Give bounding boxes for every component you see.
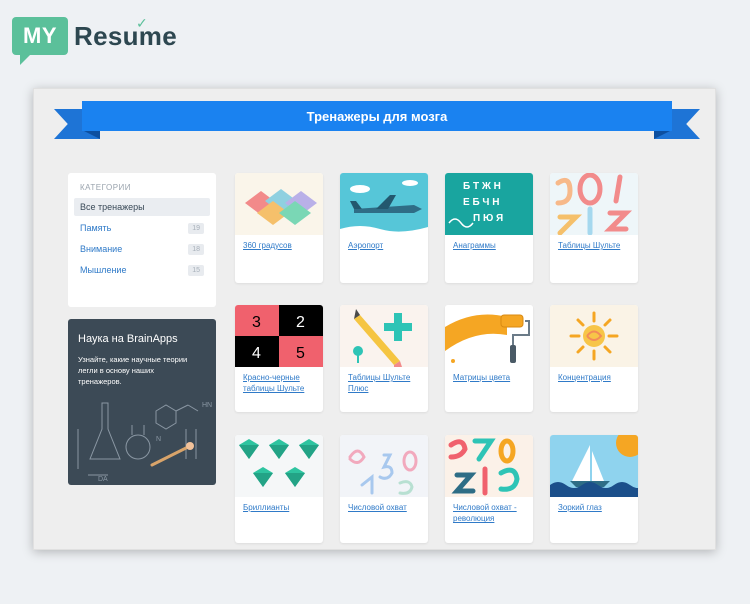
- red-black-grid-illustration: 3 2 4 5: [235, 305, 323, 367]
- trainer-card-number-span-revolution[interactable]: Числовой охват - революция: [445, 435, 533, 543]
- category-count: 19: [188, 222, 204, 234]
- category-label: Все тренажеры: [80, 202, 145, 212]
- anagram-row: Е Б Ч Н: [463, 197, 499, 208]
- trainer-label: Таблицы Шульте Плюс: [348, 373, 411, 394]
- trainer-image: [340, 435, 428, 497]
- trainer-card-red-black-schulte[interactable]: 3 2 4 5 Красно-черные таблицы Шульте: [235, 305, 323, 412]
- category-count: 18: [188, 243, 204, 255]
- trainer-card-concentration[interactable]: Концентрация: [550, 305, 638, 412]
- trainer-image: [550, 173, 638, 235]
- promo-text: Узнайте, какие научные теории легли в ос…: [78, 355, 188, 386]
- trainer-image: [550, 305, 638, 367]
- trainer-label: Анаграммы: [453, 241, 496, 250]
- brainapps-panel: Тренажеры для мозга КАТЕГОРИИ Все тренаж…: [33, 88, 716, 550]
- svg-text:DA: DA: [98, 476, 108, 483]
- ribbon-band: Тренажеры для мозга: [82, 101, 672, 131]
- category-all[interactable]: Все тренажеры: [74, 198, 210, 216]
- schulte-digit: 3: [252, 314, 261, 331]
- trainer-label: Таблицы Шульте: [558, 241, 621, 250]
- trainer-card-diamonds[interactable]: Бриллианты: [235, 435, 323, 543]
- brand-logo[interactable]: MY Resume ✓: [12, 12, 177, 65]
- pencil-illustration: [340, 305, 428, 367]
- svg-text:N: N: [156, 436, 161, 443]
- trainer-card-anagrams[interactable]: Б Т Ж Н Е Б Ч Н П Ю Я Анаграммы: [445, 173, 533, 283]
- trainer-card-number-span[interactable]: Числовой охват: [340, 435, 428, 543]
- logo-wordmark: Resume: [74, 20, 177, 51]
- schulte-digit: 2: [296, 314, 305, 331]
- trainer-label: Аэропорт: [348, 241, 384, 250]
- sailboat-illustration: [550, 435, 638, 497]
- colorful-numbers-illustration: [445, 435, 533, 497]
- science-promo-card[interactable]: Наука на BrainApps Узнайте, какие научны…: [68, 319, 216, 485]
- trainer-card-color-matrix[interactable]: Матрицы цвета: [445, 305, 533, 412]
- categories-panel: КАТЕГОРИИ Все тренажеры Память 19 Вниман…: [68, 173, 216, 307]
- trainer-image: [550, 435, 638, 497]
- trainer-card-sharp-eye[interactable]: Зоркий глаз: [550, 435, 638, 543]
- trainer-label: Числовой охват: [348, 503, 407, 512]
- category-label: Мышление: [80, 265, 127, 275]
- schulte-digit: 4: [252, 345, 261, 362]
- trainer-label: Красно-черные таблицы Шульте: [243, 373, 305, 394]
- categories-heading: КАТЕГОРИИ: [80, 183, 132, 192]
- category-count: 15: [188, 264, 204, 276]
- trainer-label: Зоркий глаз: [558, 503, 602, 512]
- trainer-label: Матрицы цвета: [453, 373, 511, 382]
- trainer-image: [235, 435, 323, 497]
- logo-badge: MY: [12, 17, 68, 65]
- paint-roller-illustration: [445, 305, 533, 367]
- cubes-illustration: [235, 173, 323, 235]
- airplane-illustration: [340, 173, 428, 235]
- category-memory[interactable]: Память 19: [74, 219, 210, 237]
- category-thinking[interactable]: Мышление 15: [74, 261, 210, 279]
- anagram-row: П Ю Я: [473, 213, 503, 224]
- trainer-image: [445, 435, 533, 497]
- trainer-card-airport[interactable]: Аэропорт: [340, 173, 428, 283]
- logo-text: Resume ✓: [74, 15, 177, 52]
- gems-illustration: [235, 435, 323, 497]
- title-ribbon: Тренажеры для мозга: [54, 101, 700, 147]
- numbers-illustration: [550, 173, 638, 235]
- trainer-card-360[interactable]: 360 градусов: [235, 173, 323, 283]
- anagram-row: Б Т Ж Н: [463, 181, 501, 192]
- trainer-label: Числовой охват - революция: [453, 503, 517, 524]
- category-label: Память: [80, 223, 112, 233]
- svg-text:HN: HN: [202, 402, 212, 409]
- letters-illustration: Б Т Ж Н Е Б Ч Н П Ю Я: [445, 173, 533, 235]
- trainer-image: [340, 305, 428, 367]
- category-attention[interactable]: Внимание 18: [74, 240, 210, 258]
- trainer-image: Б Т Ж Н Е Б Ч Н П Ю Я: [445, 173, 533, 235]
- trainer-label: Бриллианты: [243, 503, 290, 512]
- sun-illustration: [550, 305, 638, 367]
- page-title: Тренажеры для мозга: [306, 108, 448, 124]
- trainer-label: Концентрация: [558, 373, 611, 382]
- category-label: Внимание: [80, 244, 123, 254]
- checkmark-icon: ✓: [136, 14, 149, 31]
- trainer-label: 360 градусов: [243, 241, 292, 250]
- trainer-image: [235, 173, 323, 235]
- lab-illustration: N HN DA: [77, 402, 212, 483]
- schulte-digit: 5: [296, 345, 305, 362]
- trainer-image: [340, 173, 428, 235]
- trainer-image: [445, 305, 533, 367]
- promo-title: Наука на BrainApps: [78, 333, 178, 345]
- trainer-image: 3 2 4 5: [235, 305, 323, 367]
- numbers-scatter-illustration: [340, 435, 428, 497]
- trainer-card-schulte[interactable]: Таблицы Шульте: [550, 173, 638, 283]
- trainer-card-schulte-plus[interactable]: Таблицы Шульте Плюс: [340, 305, 428, 412]
